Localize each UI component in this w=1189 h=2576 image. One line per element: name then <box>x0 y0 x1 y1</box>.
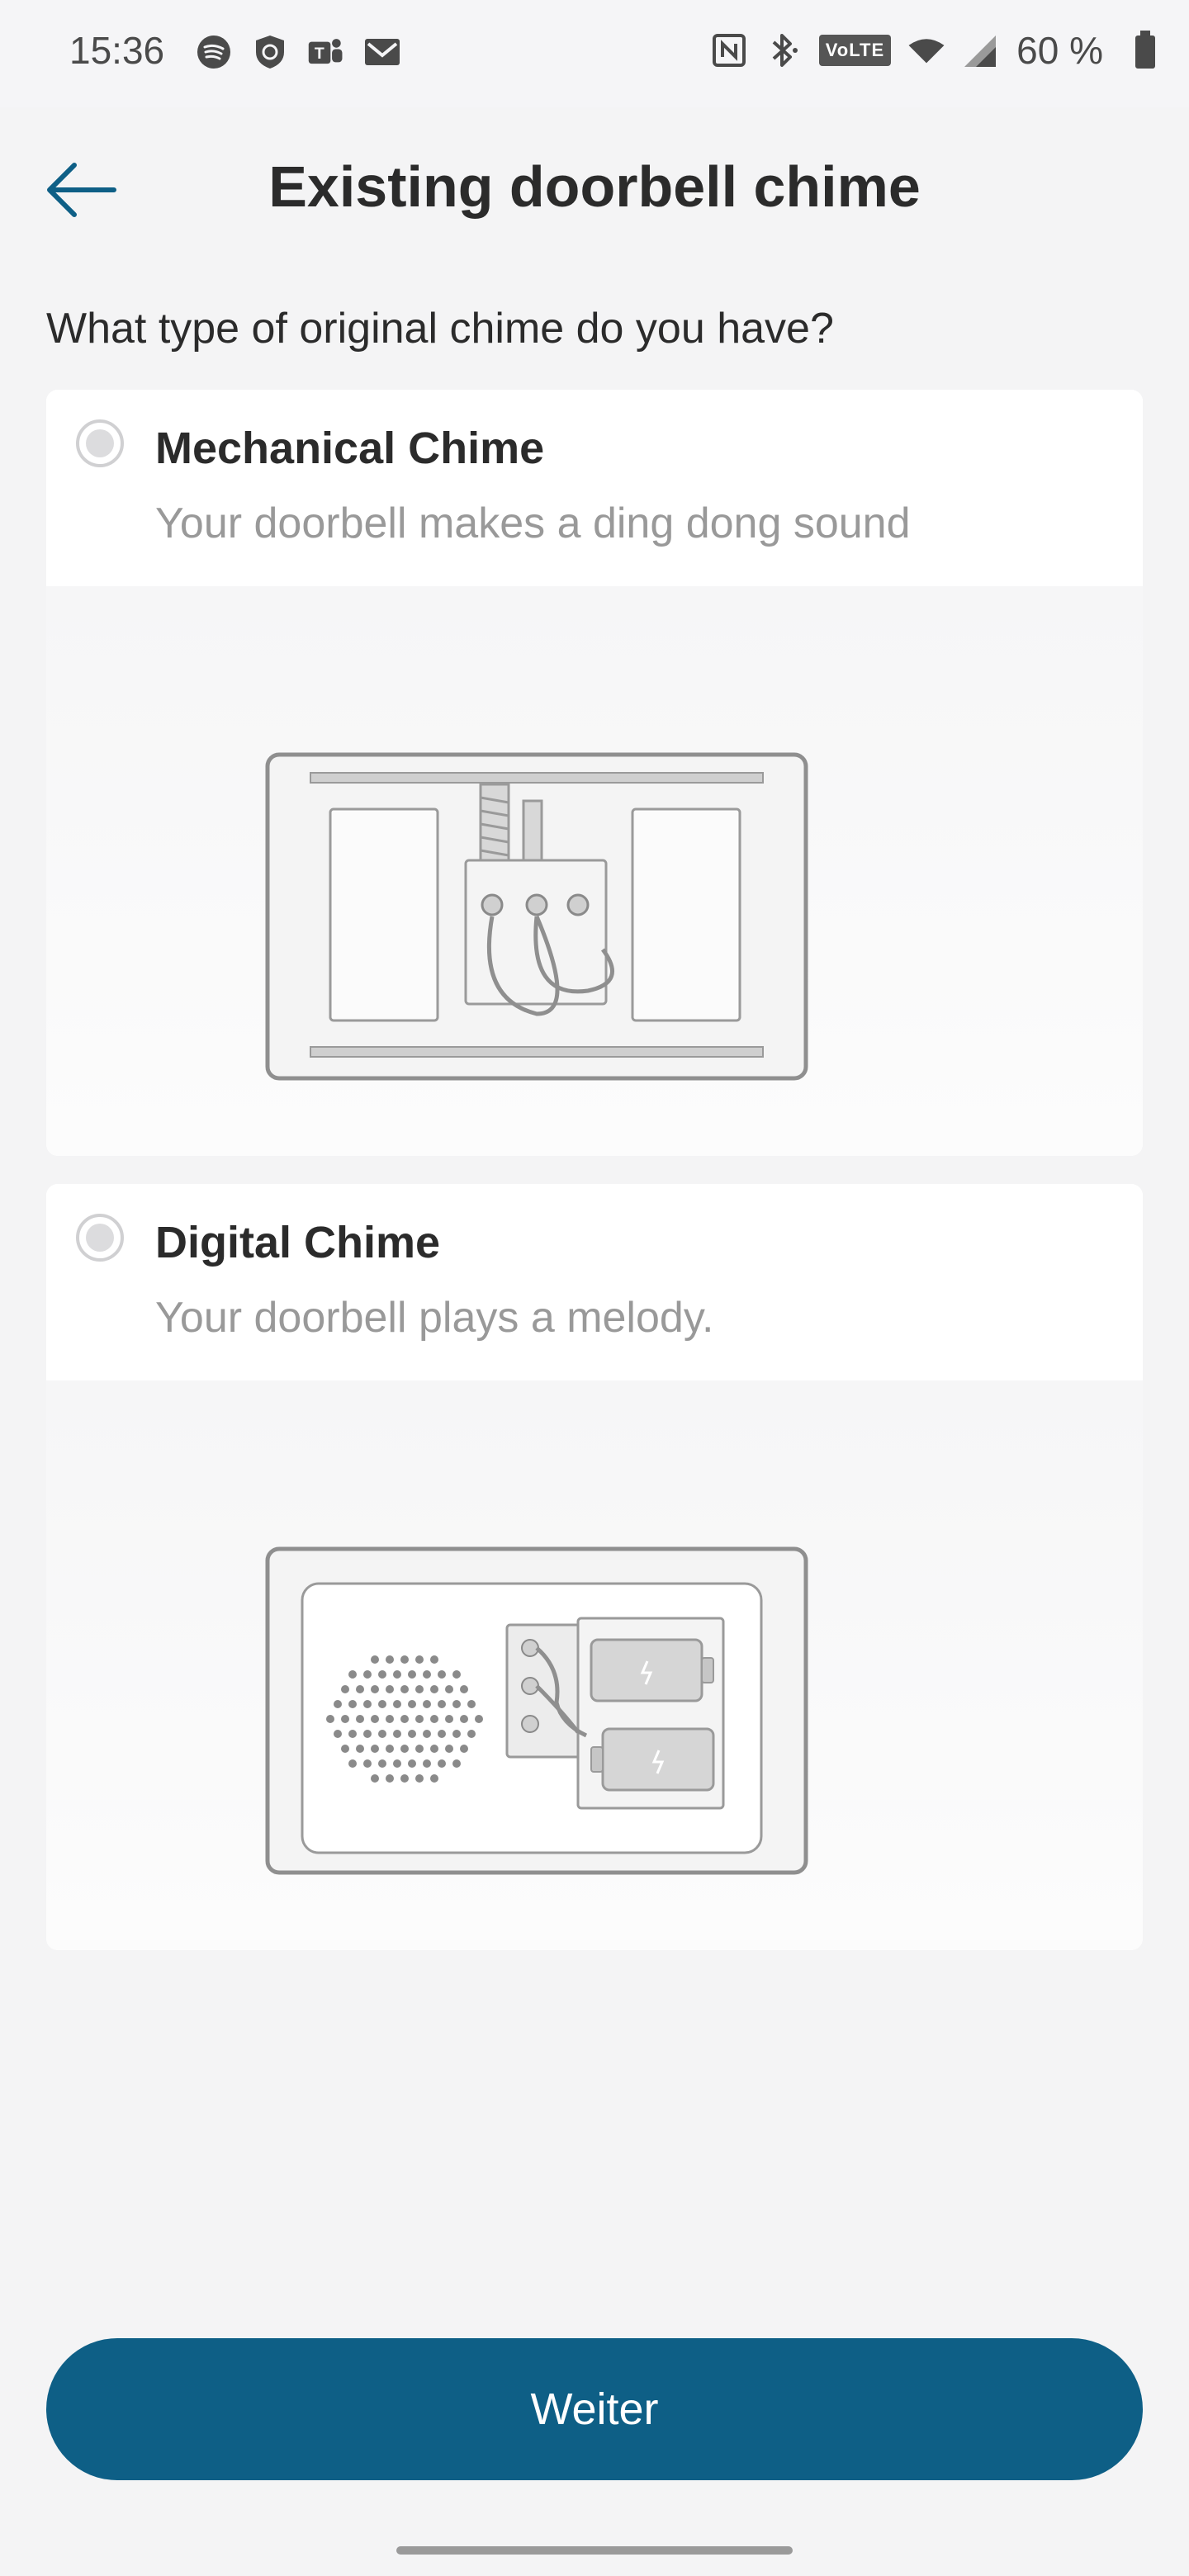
battery-icon <box>1126 31 1164 69</box>
option-digital-chime[interactable]: Digital Chime Your doorbell plays a melo… <box>46 1184 1143 1950</box>
system-icons: VoLTE 60 % <box>710 28 1164 73</box>
bluetooth-icon <box>765 31 803 69</box>
teams-icon: T <box>307 33 345 71</box>
status-bar: 15:36 T VoLTE 60 % <box>0 0 1189 107</box>
radio-mechanical-chime[interactable] <box>76 419 124 467</box>
radio-digital-chime[interactable] <box>76 1214 124 1262</box>
gmail-icon <box>363 33 401 71</box>
mechanical-chime-illustration <box>265 752 808 1081</box>
option-header: Mechanical Chime Your doorbell makes a d… <box>46 390 1143 586</box>
option-title: Digital Chime <box>155 1218 441 1267</box>
battery-percent: 60 % <box>1016 29 1103 72</box>
status-time: 15:36 <box>69 29 165 72</box>
svg-text:T: T <box>315 45 324 63</box>
question-text: What type of original chime do you have? <box>46 305 834 353</box>
volte-icon: VoLTE <box>818 35 892 66</box>
option-illustration-area <box>46 586 1143 1156</box>
option-title: Mechanical Chime <box>155 424 545 473</box>
option-illustration-area <box>46 1380 1143 1950</box>
option-header: Digital Chime Your doorbell plays a melo… <box>46 1184 1143 1380</box>
home-indicator[interactable] <box>396 2546 793 2555</box>
nfc-icon <box>710 31 748 69</box>
option-mechanical-chime[interactable]: Mechanical Chime Your doorbell makes a d… <box>46 390 1143 1156</box>
continue-button[interactable]: Weiter <box>46 2338 1143 2480</box>
shield-icon <box>251 33 289 71</box>
notification-icons: T <box>195 33 401 71</box>
spotify-icon <box>195 33 233 71</box>
option-description: Your doorbell makes a ding dong sound <box>155 500 911 547</box>
signal-icon <box>962 31 1000 69</box>
option-description: Your doorbell plays a melody. <box>155 1294 714 1342</box>
digital-chime-illustration <box>265 1546 808 1875</box>
page-title: Existing doorbell chime <box>268 154 921 219</box>
wifi-icon <box>907 31 945 69</box>
